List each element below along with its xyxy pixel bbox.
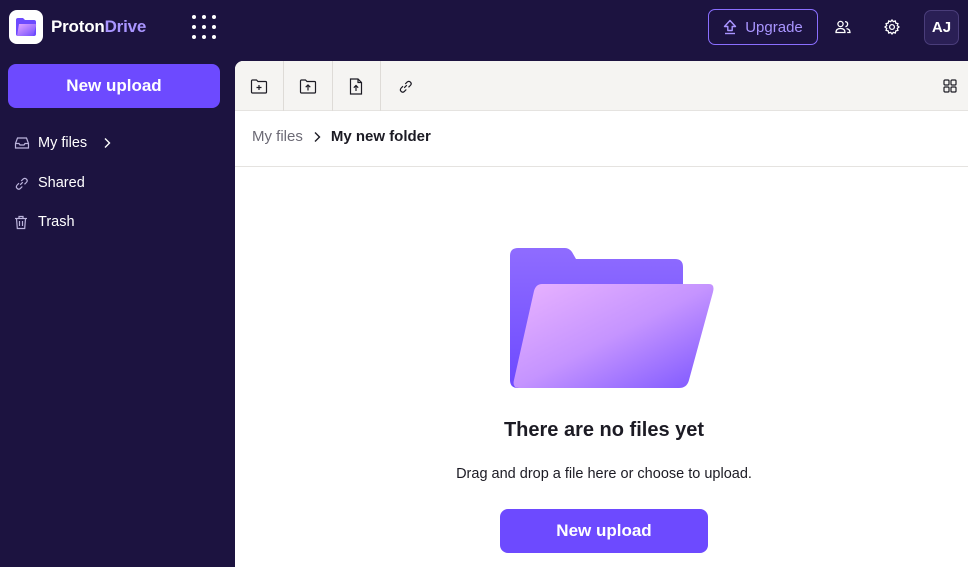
link-icon [14, 175, 30, 191]
inbox-icon [14, 135, 30, 151]
brand-name: ProtonDrive [51, 17, 146, 37]
drive-logo-icon [9, 10, 43, 44]
brand-drive: Drive [104, 17, 147, 36]
app-switcher-icon[interactable] [189, 13, 217, 41]
breadcrumb-current-folder[interactable]: My new folder [331, 128, 431, 145]
chevron-right-icon[interactable] [103, 137, 111, 149]
sidebar-item-my-files[interactable]: My files [14, 131, 111, 155]
sidebar: New upload My files Shared Trash [0, 60, 235, 567]
sidebar-item-label: Trash [38, 214, 75, 230]
user-avatar[interactable]: AJ [924, 10, 959, 45]
empty-state-new-upload-button[interactable]: New upload [500, 509, 708, 553]
sidebar-item-trash[interactable]: Trash [14, 210, 75, 234]
settings-gear-icon[interactable] [879, 14, 905, 40]
breadcrumb: My files My new folder [252, 128, 431, 145]
sidebar-item-shared[interactable]: Shared [14, 171, 85, 195]
empty-state-subtitle: Drag and drop a file here or choose to u… [456, 466, 752, 482]
brand-proton: Proton [51, 17, 105, 36]
sidebar-item-label: My files [38, 135, 88, 151]
toolbar [235, 61, 968, 111]
upgrade-button[interactable]: Upgrade [708, 9, 818, 45]
upload-file-icon[interactable] [332, 61, 380, 111]
grid-view-icon[interactable] [926, 61, 968, 111]
breadcrumb-divider [235, 166, 968, 167]
chevron-right-icon [313, 131, 321, 143]
trash-icon [14, 214, 30, 230]
upgrade-arrow-icon [724, 19, 737, 35]
top-header: ProtonDrive Upgrade AJ [0, 0, 968, 60]
empty-state-title: There are no files yet [503, 419, 705, 441]
proton-drive-logo[interactable]: ProtonDrive [9, 10, 146, 44]
upgrade-label: Upgrade [745, 18, 803, 36]
share-link-icon[interactable] [381, 61, 429, 111]
users-icon[interactable] [830, 14, 856, 40]
main-content: My files My new folder There are no file… [235, 61, 968, 567]
sidebar-item-label: Shared [38, 175, 85, 191]
breadcrumb-my-files[interactable]: My files [252, 128, 303, 145]
upload-folder-icon[interactable] [284, 61, 332, 111]
empty-folder-illustration [509, 247, 715, 394]
new-folder-icon[interactable] [235, 61, 283, 111]
sidebar-new-upload-button[interactable]: New upload [8, 64, 220, 108]
